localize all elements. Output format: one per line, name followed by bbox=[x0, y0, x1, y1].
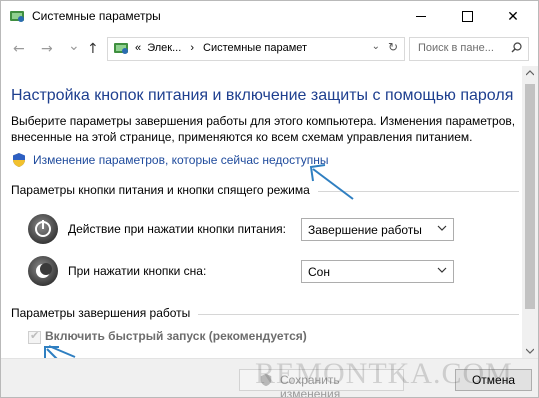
cancel-button[interactable]: Отмена bbox=[455, 369, 532, 391]
recent-locations-button[interactable]: ⌄ bbox=[68, 38, 80, 54]
title-bar: Системные параметры ✕ bbox=[1, 1, 538, 32]
close-button[interactable]: ✕ bbox=[490, 1, 536, 32]
close-icon: ✕ bbox=[507, 8, 519, 25]
vertical-scrollbar[interactable] bbox=[522, 66, 538, 358]
control-panel-icon bbox=[10, 11, 24, 22]
window-title: Системные параметры bbox=[32, 9, 161, 23]
maximize-icon bbox=[461, 11, 473, 22]
save-changes-label: Сохранить изменения bbox=[280, 373, 341, 398]
breadcrumb-overflow[interactable]: « bbox=[135, 42, 141, 54]
power-button-action-select[interactable]: Завершение работы bbox=[301, 218, 454, 241]
save-changes-button[interactable]: Сохранить изменения bbox=[239, 369, 404, 397]
power-section-title-text: Параметры кнопки питания и кнопки спящег… bbox=[11, 183, 310, 197]
navigation-bar: ← → ⌄ ↑ « Элек... › Системные парамет ⌄ … bbox=[1, 32, 538, 66]
change-unavailable-settings-link[interactable]: Изменение параметров, которые сейчас нед… bbox=[33, 153, 329, 167]
shutdown-section-title-text: Параметры завершения работы bbox=[11, 306, 191, 320]
sleep-button-action-value: Сон bbox=[308, 265, 330, 279]
power-button-label: Действие при нажатии кнопки питания: bbox=[68, 222, 287, 236]
refresh-icon[interactable]: ↻ bbox=[388, 40, 398, 54]
back-button[interactable]: ← bbox=[13, 41, 25, 57]
sleep-button-action-select[interactable]: Сон bbox=[301, 260, 454, 283]
scroll-up-icon[interactable] bbox=[526, 70, 534, 76]
system-settings-window: Системные параметры ✕ ← → ⌄ ↑ « Элек... … bbox=[0, 0, 539, 398]
page-description: Выберите параметры завершения работы для… bbox=[11, 114, 516, 144]
uac-shield-icon bbox=[13, 153, 25, 167]
address-dropdown-icon[interactable]: ⌄ bbox=[372, 41, 380, 52]
search-placeholder: Поиск в пане... bbox=[418, 42, 494, 54]
power-icon bbox=[28, 214, 58, 244]
uac-shield-icon bbox=[260, 373, 272, 387]
section-divider bbox=[198, 314, 519, 315]
power-buttons-section-title: Параметры кнопки питания и кнопки спящег… bbox=[11, 183, 519, 197]
shutdown-section-title: Параметры завершения работы bbox=[11, 306, 519, 320]
breadcrumb-separator[interactable]: › bbox=[190, 42, 194, 54]
search-input[interactable]: Поиск в пане... bbox=[409, 37, 529, 61]
address-bar[interactable]: « Элек... › Системные парамет ⌄ ↻ bbox=[107, 37, 405, 61]
search-icon bbox=[511, 42, 522, 53]
breadcrumb-item-system-settings[interactable]: Системные парамет bbox=[203, 42, 307, 54]
maximize-button[interactable] bbox=[444, 1, 490, 32]
minimize-button[interactable] bbox=[398, 1, 444, 32]
sleep-button-label: При нажатии кнопки сна: bbox=[68, 264, 207, 278]
scrollbar-thumb[interactable] bbox=[525, 84, 535, 309]
control-panel-icon bbox=[114, 43, 128, 54]
annotation-arrow-icon bbox=[309, 164, 354, 200]
power-button-action-value: Завершение работы bbox=[308, 223, 422, 237]
scroll-down-icon[interactable] bbox=[526, 348, 534, 354]
chevron-down-icon bbox=[437, 225, 447, 231]
forward-button[interactable]: → bbox=[41, 41, 53, 57]
breadcrumb-item-power[interactable]: Элек... bbox=[147, 42, 181, 54]
page-title: Настройка кнопок питания и включение защ… bbox=[11, 87, 514, 104]
cancel-label: Отмена bbox=[471, 373, 516, 387]
sleep-icon bbox=[28, 256, 58, 286]
main-content: Настройка кнопок питания и включение защ… bbox=[1, 66, 522, 358]
dialog-footer: Сохранить изменения Отмена bbox=[1, 358, 538, 397]
chevron-down-icon bbox=[437, 267, 447, 273]
minimize-icon bbox=[416, 16, 426, 17]
up-button[interactable]: ↑ bbox=[87, 41, 99, 57]
breadcrumb: « Элек... › Системные парамет bbox=[135, 42, 307, 54]
